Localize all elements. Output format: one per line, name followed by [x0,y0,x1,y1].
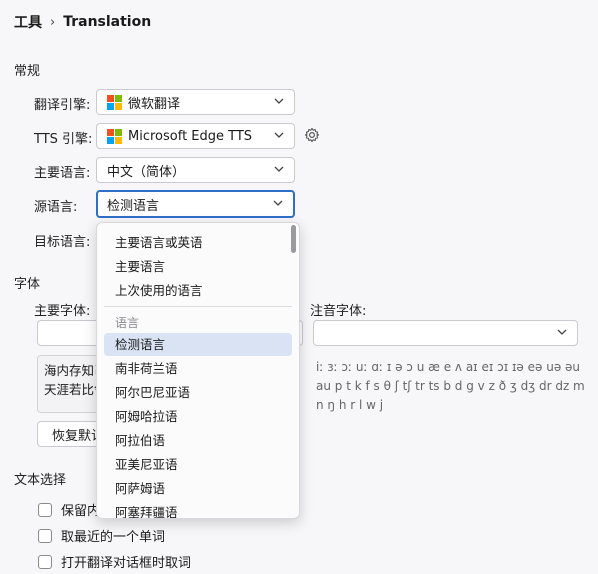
engine-select[interactable]: 微软翻译 [96,89,295,115]
phonetic-font-label: 注音字体: [310,304,367,319]
checkbox-row[interactable]: 取最近的一个单词 [38,526,165,545]
source-language-value: 检测语言 [107,198,160,214]
dropdown-option[interactable]: 阿塞拜疆语 [104,501,292,518]
primary-language-label: 主要语言: [34,166,91,181]
checkbox-label: 取最近的一个单词 [61,530,166,545]
chevron-right-icon: › [50,14,56,30]
engine-label: 翻译引擎: [34,98,91,113]
dropdown-option[interactable]: 阿尔巴尼亚语 [104,381,292,404]
text-selection-section-title: 文本选择 [14,473,67,488]
phonetic-preview: iː ɜː ɔː uː ɑː ɪ ə ɔ u æ e ʌ aɪ eɪ ɔɪ ɪə… [316,360,585,412]
chevron-down-icon [274,98,284,104]
dropdown-option[interactable]: 主要语言 [104,255,292,278]
checkbox[interactable] [38,502,52,517]
dropdown-option[interactable]: 上次使用的语言 [104,279,292,302]
primary-language-value: 中文（简体） [107,164,186,180]
breadcrumb: 工具 › Translation [14,12,151,32]
phonetic-font-select[interactable] [313,320,578,346]
chevron-down-icon [557,329,567,335]
main-font-label: 主要字体: [34,304,91,319]
checkbox[interactable] [38,528,52,543]
breadcrumb-parent[interactable]: 工具 [14,12,42,32]
dropdown-option[interactable]: 主要语言或英语 [104,231,292,254]
checkbox[interactable] [38,554,52,569]
chevron-down-icon [274,166,284,172]
gear-icon[interactable] [304,127,320,143]
source-language-select[interactable]: 检测语言 [96,190,295,218]
target-language-label: 目标语言: [34,235,91,250]
engine-value: 微软翻译 [128,96,181,112]
general-section-title: 常规 [14,64,41,79]
source-language-dropdown[interactable]: 主要语言或英语 主要语言 上次使用的语言 语言 检测语言 南非荷兰语 阿尔巴尼亚… [96,222,300,519]
chevron-down-icon [273,200,283,206]
breadcrumb-current: Translation [63,14,152,30]
source-language-label: 源语言: [34,200,78,215]
dropdown-option[interactable]: 阿拉伯语 [104,429,292,452]
font-preview-line-1: 海内存知己 [44,363,107,378]
dropdown-option[interactable]: 亚美尼亚语 [104,453,292,476]
font-section-title: 字体 [14,277,41,292]
dropdown-group-label: 语言 [115,316,140,330]
dropdown-option[interactable]: 南非荷兰语 [104,357,292,380]
microsoft-logo-icon [107,94,122,110]
checkbox-label: 打开翻译对话框时取词 [61,556,192,571]
chevron-down-icon [274,132,284,138]
dropdown-option[interactable]: 阿萨姆语 [104,477,292,500]
tts-select[interactable]: Microsoft Edge TTS [96,123,295,149]
dropdown-option-selected[interactable]: 检测语言 [104,333,292,356]
dropdown-option[interactable]: 阿姆哈拉语 [104,405,292,428]
microsoft-logo-icon [107,128,122,144]
dropdown-divider [104,306,292,307]
primary-language-select[interactable]: 中文（简体） [96,157,295,183]
font-preview-line-2: 天涯若比邻 [44,382,107,397]
tts-label: TTS 引擎: [34,132,93,147]
checkbox-row[interactable]: 打开翻译对话框时取词 [38,552,191,571]
tts-value: Microsoft Edge TTS [128,128,253,144]
